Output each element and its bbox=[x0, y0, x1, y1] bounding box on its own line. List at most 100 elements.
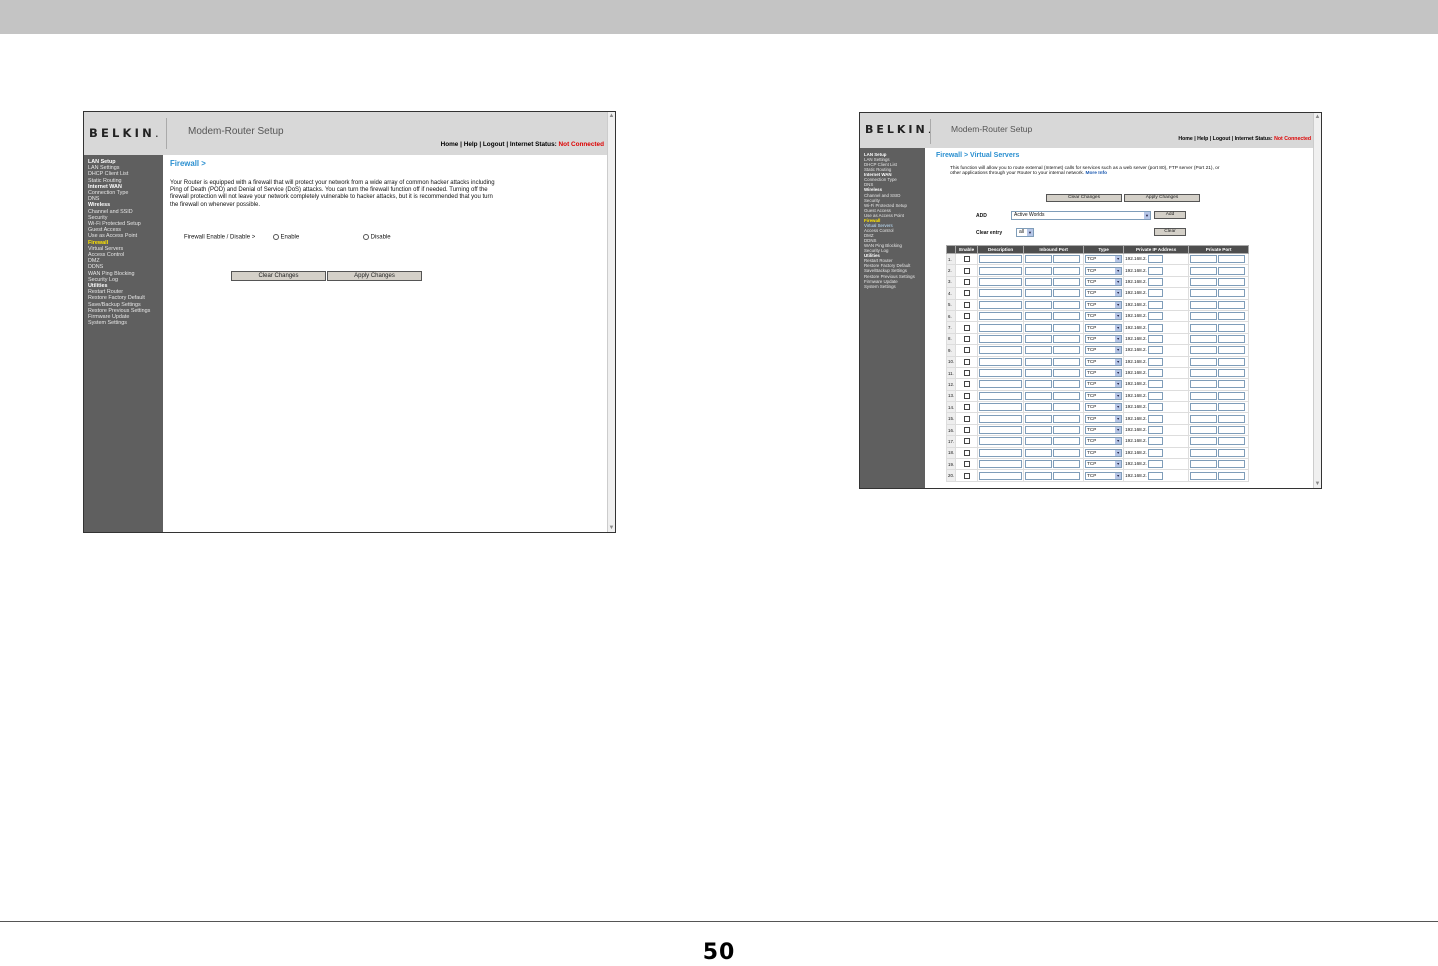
enable-checkbox[interactable] bbox=[963, 290, 970, 297]
inbound-port-end-input[interactable] bbox=[1053, 289, 1081, 298]
private-port-start-input[interactable] bbox=[1190, 460, 1218, 469]
private-port-end-input[interactable] bbox=[1218, 357, 1246, 366]
inbound-port-end-input[interactable] bbox=[1053, 460, 1081, 469]
description-input[interactable] bbox=[979, 277, 1023, 286]
inbound-port-start-input[interactable] bbox=[1025, 460, 1053, 469]
type-select[interactable]: TCP ▼ bbox=[1085, 300, 1123, 309]
private-port-end-input[interactable] bbox=[1218, 414, 1246, 423]
description-input[interactable] bbox=[979, 300, 1023, 309]
private-port-start-input[interactable] bbox=[1190, 437, 1218, 446]
description-input[interactable] bbox=[979, 448, 1023, 457]
inbound-port-end-input[interactable] bbox=[1053, 414, 1081, 423]
private-port-end-input[interactable] bbox=[1218, 300, 1246, 309]
private-port-end-input[interactable] bbox=[1218, 426, 1246, 435]
enable-checkbox[interactable] bbox=[963, 438, 970, 445]
inbound-port-start-input[interactable] bbox=[1025, 312, 1053, 321]
private-port-end-input[interactable] bbox=[1218, 289, 1246, 298]
clear-changes-button[interactable]: Clear Changes bbox=[1046, 194, 1122, 202]
type-select[interactable]: TCP ▼ bbox=[1085, 391, 1123, 400]
private-port-end-input[interactable] bbox=[1218, 266, 1246, 275]
type-select[interactable]: TCP ▼ bbox=[1085, 255, 1123, 264]
enable-checkbox[interactable] bbox=[963, 461, 970, 468]
ip-last-octet-input[interactable] bbox=[1148, 312, 1164, 321]
inbound-port-end-input[interactable] bbox=[1053, 266, 1081, 275]
private-port-start-input[interactable] bbox=[1190, 277, 1218, 286]
inbound-port-start-input[interactable] bbox=[1025, 471, 1053, 480]
inbound-port-start-input[interactable] bbox=[1025, 334, 1053, 343]
inbound-port-end-input[interactable] bbox=[1053, 323, 1081, 332]
enable-checkbox[interactable] bbox=[963, 301, 970, 308]
description-input[interactable] bbox=[979, 437, 1023, 446]
inbound-port-start-input[interactable] bbox=[1025, 437, 1053, 446]
clear-entry-button[interactable]: Clear bbox=[1154, 228, 1186, 236]
ip-last-octet-input[interactable] bbox=[1148, 334, 1164, 343]
description-input[interactable] bbox=[979, 391, 1023, 400]
type-select[interactable]: TCP ▼ bbox=[1085, 437, 1123, 446]
ip-last-octet-input[interactable] bbox=[1148, 460, 1164, 469]
private-port-end-input[interactable] bbox=[1218, 471, 1246, 480]
description-input[interactable] bbox=[979, 323, 1023, 332]
type-select[interactable]: TCP ▼ bbox=[1085, 277, 1123, 286]
type-select[interactable]: TCP ▼ bbox=[1085, 460, 1123, 469]
inbound-port-end-input[interactable] bbox=[1053, 255, 1081, 264]
inbound-port-end-input[interactable] bbox=[1053, 346, 1081, 355]
type-select[interactable]: TCP ▼ bbox=[1085, 448, 1123, 457]
type-select[interactable]: TCP ▼ bbox=[1085, 346, 1123, 355]
ip-last-octet-input[interactable] bbox=[1148, 471, 1164, 480]
inbound-port-start-input[interactable] bbox=[1025, 357, 1053, 366]
enable-checkbox[interactable] bbox=[963, 427, 970, 434]
description-input[interactable] bbox=[979, 346, 1023, 355]
inbound-port-start-input[interactable] bbox=[1025, 414, 1053, 423]
type-select[interactable]: TCP ▼ bbox=[1085, 334, 1123, 343]
type-select[interactable]: TCP ▼ bbox=[1085, 357, 1123, 366]
inbound-port-start-input[interactable] bbox=[1025, 403, 1053, 412]
ip-last-octet-input[interactable] bbox=[1148, 437, 1164, 446]
clear-entry-select[interactable]: all ▼ bbox=[1016, 228, 1034, 237]
description-input[interactable] bbox=[979, 369, 1023, 378]
private-port-start-input[interactable] bbox=[1190, 391, 1218, 400]
disable-radio[interactable] bbox=[362, 234, 369, 240]
enable-checkbox[interactable] bbox=[963, 256, 970, 263]
private-port-end-input[interactable] bbox=[1218, 369, 1246, 378]
inbound-port-start-input[interactable] bbox=[1025, 255, 1053, 264]
more-info-link[interactable]: More Info bbox=[1085, 171, 1107, 176]
description-input[interactable] bbox=[979, 289, 1023, 298]
enable-checkbox[interactable] bbox=[963, 392, 970, 399]
ip-last-octet-input[interactable] bbox=[1148, 357, 1164, 366]
private-port-end-input[interactable] bbox=[1218, 277, 1246, 286]
inbound-port-end-input[interactable] bbox=[1053, 369, 1081, 378]
ip-last-octet-input[interactable] bbox=[1148, 414, 1164, 423]
scrollbar[interactable]: ▲ ▼ bbox=[607, 112, 615, 532]
inbound-port-start-input[interactable] bbox=[1025, 448, 1053, 457]
inbound-port-start-input[interactable] bbox=[1025, 300, 1053, 309]
enable-checkbox[interactable] bbox=[963, 278, 970, 285]
top-links[interactable]: Home | Help | Logout | Internet Status: … bbox=[441, 141, 604, 148]
add-button[interactable]: Add bbox=[1154, 211, 1186, 219]
private-port-end-input[interactable] bbox=[1218, 403, 1246, 412]
inbound-port-start-input[interactable] bbox=[1025, 426, 1053, 435]
enable-checkbox[interactable] bbox=[963, 335, 970, 342]
private-port-start-input[interactable] bbox=[1190, 369, 1218, 378]
private-port-end-input[interactable] bbox=[1218, 460, 1246, 469]
scroll-up-arrow-icon[interactable]: ▲ bbox=[1314, 114, 1321, 122]
inbound-port-end-input[interactable] bbox=[1053, 334, 1081, 343]
private-port-start-input[interactable] bbox=[1190, 323, 1218, 332]
inbound-port-start-input[interactable] bbox=[1025, 289, 1053, 298]
description-input[interactable] bbox=[979, 403, 1023, 412]
private-port-start-input[interactable] bbox=[1190, 426, 1218, 435]
clear-changes-button[interactable]: Clear Changes bbox=[231, 271, 326, 281]
inbound-port-start-input[interactable] bbox=[1025, 369, 1053, 378]
ip-last-octet-input[interactable] bbox=[1148, 346, 1164, 355]
ip-last-octet-input[interactable] bbox=[1148, 323, 1164, 332]
sidebar-item-system-settings[interactable]: System Settings bbox=[864, 284, 925, 289]
description-input[interactable] bbox=[979, 414, 1023, 423]
inbound-port-end-input[interactable] bbox=[1053, 403, 1081, 412]
inbound-port-end-input[interactable] bbox=[1053, 380, 1081, 389]
ip-last-octet-input[interactable] bbox=[1148, 277, 1164, 286]
enable-checkbox[interactable] bbox=[963, 358, 970, 365]
private-port-end-input[interactable] bbox=[1218, 255, 1246, 264]
private-port-start-input[interactable] bbox=[1190, 380, 1218, 389]
private-port-start-input[interactable] bbox=[1190, 346, 1218, 355]
private-port-start-input[interactable] bbox=[1190, 334, 1218, 343]
ip-last-octet-input[interactable] bbox=[1148, 448, 1164, 457]
